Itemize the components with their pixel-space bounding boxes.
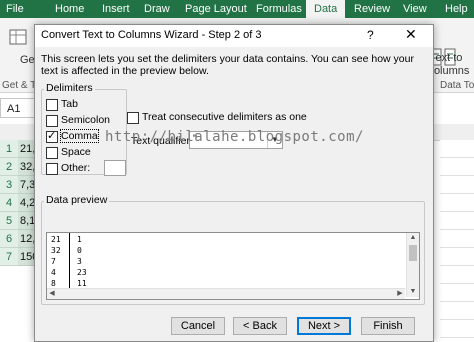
space-checkbox-label[interactable]: Space: [61, 146, 91, 158]
delimiters-legend: Delimiters: [44, 82, 95, 94]
scroll-down-icon[interactable]: ▼: [407, 287, 419, 297]
data-preview-group: Data preview 21 1 32 0 7 3 4 23 8 11 ▲ ▼…: [41, 194, 425, 305]
tab-page-layout[interactable]: Page Layout: [185, 0, 247, 18]
tab-view[interactable]: View: [403, 0, 427, 18]
next-button[interactable]: Next >: [297, 317, 351, 335]
tab-data[interactable]: Data: [306, 0, 346, 18]
tab-insert[interactable]: Insert: [102, 0, 130, 18]
semicolon-checkbox[interactable]: [46, 115, 58, 127]
watermark-url: http://bilalahe.blogspot.com/: [105, 129, 364, 145]
tab-help[interactable]: Help: [445, 0, 468, 18]
preview-cell: 7: [51, 257, 56, 266]
consecutive-delimiters-checkbox[interactable]: [127, 112, 139, 124]
tab-draw[interactable]: Draw: [144, 0, 170, 18]
consecutive-delimiters-label[interactable]: Treat consecutive delimiters as one: [142, 111, 307, 123]
row-header[interactable]: 1: [0, 140, 18, 158]
finish-button[interactable]: Finish: [361, 317, 415, 335]
cancel-button[interactable]: Cancel: [171, 317, 225, 335]
comma-checkbox-label[interactable]: Comma: [60, 129, 99, 143]
row-header[interactable]: 4: [0, 194, 18, 212]
preview-cell: 8: [51, 279, 56, 288]
space-checkbox[interactable]: [46, 147, 58, 159]
vertical-scrollbar[interactable]: ▲ ▼: [406, 233, 419, 297]
get-transform-group-label: Get & T: [2, 80, 37, 91]
other-checkbox-label[interactable]: Other:: [61, 162, 90, 174]
row-header[interactable]: 7: [0, 248, 18, 266]
text-to-columns-dialog: Convert Text to Columns Wizard - Step 2 …: [34, 24, 434, 342]
preview-row: 32 0: [51, 246, 82, 256]
name-box[interactable]: A1: [0, 98, 36, 118]
tab-formulas[interactable]: Formulas: [256, 0, 302, 18]
scroll-left-icon[interactable]: ◀: [47, 289, 57, 299]
data-preview-box[interactable]: 21 1 32 0 7 3 4 23 8 11 ▲ ▼ ◀ ▶: [46, 232, 420, 300]
row-header[interactable]: 6: [0, 230, 18, 248]
close-icon[interactable]: ✕: [405, 26, 417, 43]
other-delimiter-input[interactable]: [104, 160, 126, 176]
row-header[interactable]: 5: [0, 212, 18, 230]
dialog-description: This screen lets you set the delimiters …: [41, 53, 414, 77]
preview-cell: 1: [77, 235, 82, 244]
tab-home[interactable]: Home: [55, 0, 84, 18]
help-icon[interactable]: ?: [367, 28, 374, 42]
preview-cell: 4: [51, 268, 56, 277]
scroll-up-icon[interactable]: ▲: [407, 233, 419, 243]
preview-row: 21 1: [51, 235, 82, 245]
row-header[interactable]: 3: [0, 176, 18, 194]
preview-row: 7 3: [51, 257, 82, 267]
scroll-thumb[interactable]: [409, 245, 417, 261]
preview-cell: 3: [77, 257, 82, 266]
ribbon-tab-bar: File Home Insert Draw Page Layout Formul…: [0, 0, 474, 18]
scroll-right-icon[interactable]: ▶: [395, 289, 405, 299]
preview-row: 4 23: [51, 268, 87, 278]
tab-checkbox[interactable]: [46, 99, 58, 111]
other-checkbox[interactable]: [46, 163, 58, 175]
preview-cell: 21: [51, 235, 61, 244]
get-data-icon: [9, 29, 27, 45]
worksheet-grid[interactable]: [440, 140, 474, 340]
tab-file[interactable]: File: [6, 0, 24, 18]
back-button[interactable]: < Back: [233, 317, 287, 335]
row-header[interactable]: 2: [0, 158, 18, 176]
tab-checkbox-label[interactable]: Tab: [61, 98, 78, 110]
comma-checkbox[interactable]: ✓: [46, 130, 58, 143]
data-tools-group-label: Data To: [440, 80, 474, 91]
preview-cell: 23: [77, 268, 87, 277]
preview-cell: 32: [51, 246, 61, 255]
semicolon-checkbox-label[interactable]: Semicolon: [61, 114, 110, 126]
tab-review[interactable]: Review: [354, 0, 390, 18]
text-to-columns-label-1[interactable]: Text to: [430, 52, 462, 64]
dialog-titlebar[interactable]: Convert Text to Columns Wizard - Step 2 …: [35, 25, 433, 47]
horizontal-scrollbar[interactable]: ◀ ▶: [47, 288, 405, 299]
checkmark-icon: ✓: [47, 130, 57, 142]
data-preview-legend: Data preview: [44, 194, 110, 206]
preview-cell: 0: [77, 246, 82, 255]
dialog-title: Convert Text to Columns Wizard - Step 2 …: [41, 29, 262, 41]
